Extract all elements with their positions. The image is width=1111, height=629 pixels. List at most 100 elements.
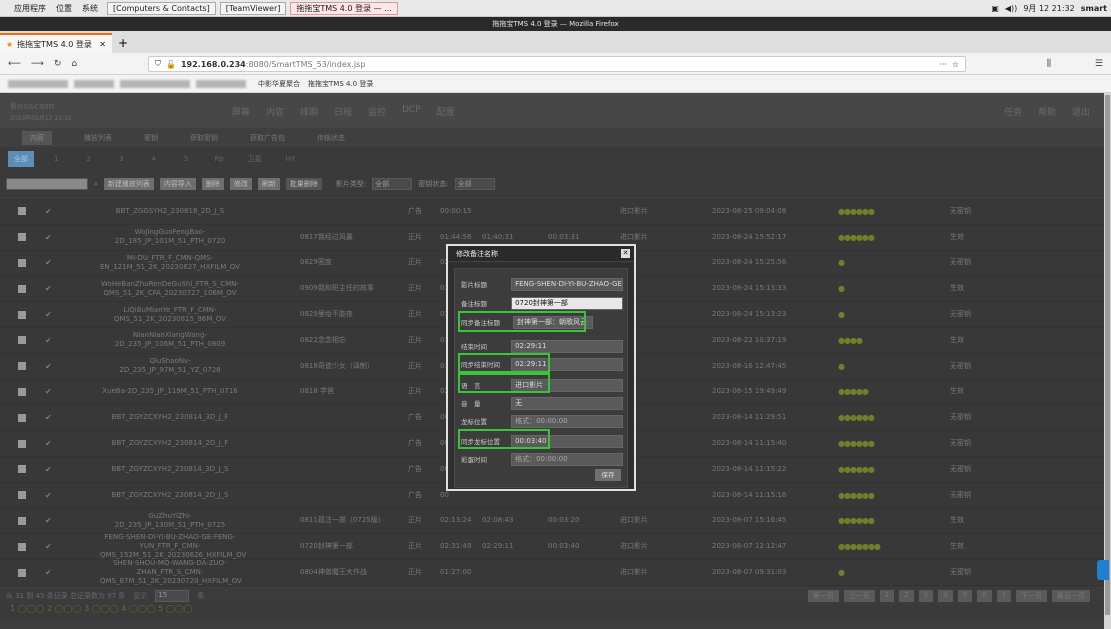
menu-config[interactable]: 配置 <box>437 105 455 118</box>
page-size-select[interactable]: 15 <box>155 589 190 602</box>
menu-calendar[interactable]: 日程 <box>334 105 352 118</box>
prev-page-button[interactable]: 上一页 <box>843 589 875 602</box>
bookmark-item[interactable]: 拖拖宝TMS 4.0 登录 <box>308 79 373 89</box>
film-type-select[interactable]: 全部 <box>372 178 413 190</box>
row-checkbox[interactable] <box>18 542 26 551</box>
clock[interactable]: 9月 12 21:32 <box>1023 3 1074 14</box>
volume-select[interactable]: 无 <box>511 396 623 410</box>
filter-satellite[interactable]: 卫星 <box>242 154 268 164</box>
close-icon[interactable]: ✕ <box>621 249 630 258</box>
search-icon[interactable]: ⌕ <box>94 180 98 189</box>
user-name[interactable]: smart <box>1081 4 1107 13</box>
places-menu[interactable]: 位置 <box>51 3 77 14</box>
logo-position-input[interactable]: 格式：00:00:00 <box>511 414 623 428</box>
browser-tab[interactable]: ★ 拖拖宝TMS 4.0 登录 ✕ <box>0 33 112 53</box>
filter-all[interactable]: 全部 <box>8 151 34 167</box>
row-checkbox[interactable] <box>18 413 26 422</box>
filter-2[interactable]: 2 <box>78 155 98 163</box>
batch-delete-button[interactable]: 批量删除 <box>285 178 322 190</box>
filter-4[interactable]: 4 <box>143 155 163 163</box>
close-tab-icon[interactable]: ✕ <box>99 40 106 49</box>
reload-icon[interactable]: ↻ <box>54 59 62 69</box>
new-playlist-button[interactable]: 新建播放列表 <box>103 178 154 190</box>
menu-screen[interactable]: 屏幕 <box>232 105 250 118</box>
refresh-button[interactable]: 刷新 <box>257 178 280 190</box>
row-checkbox[interactable] <box>18 362 26 371</box>
menu-dcp[interactable]: DCP <box>402 105 421 118</box>
filter-1[interactable]: 1 <box>46 155 66 163</box>
first-page-button[interactable]: 第一页 <box>807 589 839 602</box>
search-input[interactable] <box>6 178 88 190</box>
row-checkbox[interactable] <box>18 465 26 474</box>
row-checkbox[interactable] <box>18 387 26 396</box>
film-title-field[interactable]: FENG-SHEN-DI-YI-BU-ZHAO-GE <box>511 277 623 291</box>
new-tab-icon[interactable]: + <box>112 36 134 53</box>
next-page-button[interactable]: 下一页 <box>1016 589 1047 602</box>
filter-rp[interactable]: Rp <box>208 155 229 163</box>
menu-monitor[interactable]: 监控 <box>368 105 386 118</box>
row-checkbox[interactable] <box>18 207 26 216</box>
page-7[interactable]: 7 <box>996 589 1011 602</box>
taskbar-item-firefox[interactable]: 拖拖宝TMS 4.0 登录 — ... <box>290 1 398 15</box>
page-4[interactable]: 4 <box>938 589 953 602</box>
table-row[interactable]: ✔ FENG-SHEN-DI-YI-BU-ZHAO-GE-FENG-YUN_FTR… <box>0 533 1104 561</box>
home-icon[interactable]: ⌂ <box>71 59 77 69</box>
row-checkbox[interactable] <box>18 439 26 448</box>
import-button[interactable]: 内容导入 <box>159 178 196 190</box>
page-6[interactable]: 6 <box>977 589 992 602</box>
bookmark-item[interactable]: 中影华夏聚合 <box>258 79 300 89</box>
end-time-field[interactable]: 02:29:11 <box>511 339 623 353</box>
bookmark-star-icon[interactable]: ☆ <box>952 60 959 69</box>
row-checkbox[interactable] <box>18 491 26 500</box>
tab-get-keys[interactable]: 获取密钥 <box>190 133 218 143</box>
menu-schedule[interactable]: 排期 <box>300 105 318 118</box>
forward-icon[interactable]: ⟶ <box>31 59 44 69</box>
row-checkbox[interactable] <box>18 568 26 577</box>
easter-egg-time-input[interactable]: 格式：00:00:00 <box>511 452 623 466</box>
edit-button[interactable]: 修改 <box>229 178 252 190</box>
delete-button[interactable]: 删除 <box>201 178 224 190</box>
save-button[interactable]: 保存 <box>595 469 621 481</box>
row-checkbox[interactable] <box>18 233 26 242</box>
tab-content[interactable]: 内容 <box>22 130 52 145</box>
scrollbar-thumb[interactable] <box>1105 95 1110 615</box>
row-checkbox[interactable] <box>18 336 26 345</box>
back-icon[interactable]: ⟵ <box>8 59 21 69</box>
tab-get-ads[interactable]: 获取广告包 <box>250 133 285 143</box>
page-3[interactable]: 3 <box>918 589 934 602</box>
page-actions-icon[interactable]: ··· <box>939 60 947 69</box>
network-icon[interactable]: ▣ <box>991 4 999 13</box>
menu-help[interactable]: 帮助 <box>1038 105 1056 118</box>
filter-5[interactable]: 5 <box>176 155 196 163</box>
tab-keys[interactable]: 密钥 <box>144 133 158 143</box>
menu-content[interactable]: 内容 <box>266 105 284 118</box>
teamviewer-side-button[interactable] <box>1097 560 1109 580</box>
table-row[interactable]: ✔ GuZhuYiZhi-2D_235_JP_130M_51_PTH_0725 08… <box>0 509 1104 535</box>
page-1[interactable]: 1 <box>879 589 895 602</box>
page-2[interactable]: 2 <box>899 589 914 602</box>
url-bar[interactable]: ⛉ 🔓 192.168.0.234:8080/SmartTMS_53/index… <box>148 56 966 72</box>
key-state-select[interactable]: 全部 <box>454 178 495 190</box>
table-row[interactable]: ✔ BBT_ZGGSYH2_230818_2D_J_S 广告 00:00:15 进口影片… <box>0 199 1104 225</box>
row-checkbox[interactable] <box>18 516 26 525</box>
menu-tasks[interactable]: 任务 <box>1004 105 1022 118</box>
tab-transfer[interactable]: 传输状态 <box>317 133 345 143</box>
taskbar-item-computers[interactable]: [Computers & Contacts] <box>107 1 216 15</box>
row-checkbox[interactable] <box>18 310 26 319</box>
row-checkbox[interactable] <box>18 258 26 267</box>
row-checkbox[interactable] <box>18 284 26 293</box>
system-menu[interactable]: 系统 <box>77 3 103 14</box>
volume-icon[interactable]: ◀)) <box>1005 4 1017 13</box>
apps-menu[interactable]: 应用程序 <box>0 3 51 14</box>
filter-hy[interactable]: HY <box>280 155 302 163</box>
menu-logout[interactable]: 退出 <box>1072 105 1090 118</box>
tab-playlist[interactable]: 播放列表 <box>84 133 112 143</box>
last-page-button[interactable]: 最后一页 <box>1052 589 1090 602</box>
filter-3[interactable]: 3 <box>111 155 131 163</box>
page-5[interactable]: 5 <box>957 589 973 602</box>
note-title-input[interactable]: 0720封神第一部 <box>511 296 623 310</box>
taskbar-item-teamviewer[interactable]: [TeamViewer] <box>219 1 287 15</box>
table-row[interactable]: ✔ SHEN-SHOU-MO-WANG-DA-ZUO-ZHAN_FTR_S_CMN… <box>0 559 1104 586</box>
menu-icon[interactable]: ☰ <box>1095 59 1103 69</box>
library-icon[interactable]: ⫼ <box>1047 59 1051 69</box>
